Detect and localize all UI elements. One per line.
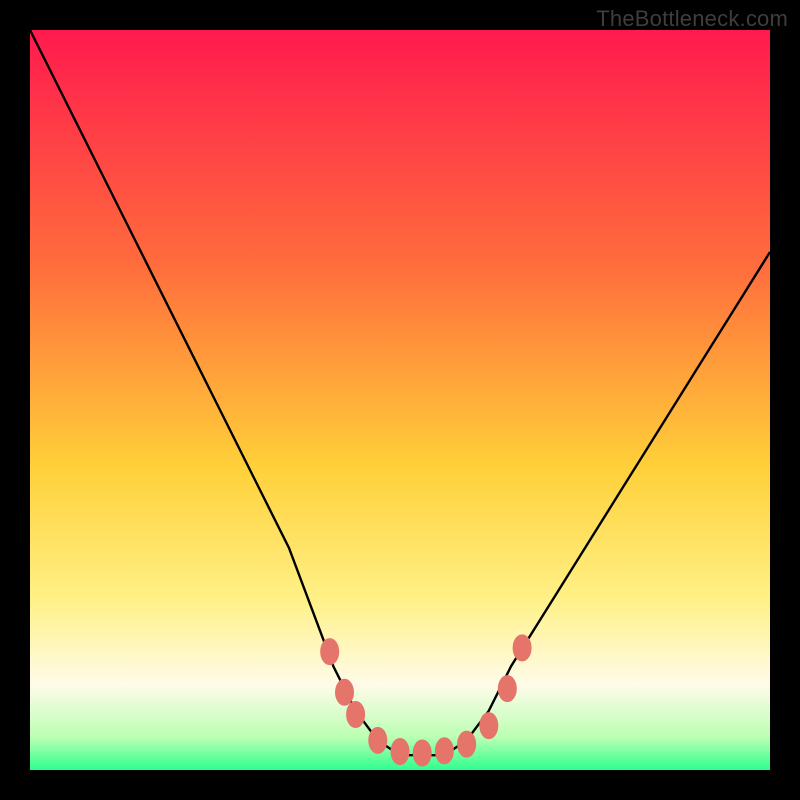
curve-marker: [321, 639, 339, 665]
curve-marker: [336, 679, 354, 705]
curve-marker: [413, 740, 431, 766]
chart-frame: TheBottleneck.com: [0, 0, 800, 800]
curve-marker: [458, 731, 476, 757]
curve-marker: [391, 739, 409, 765]
curve-marker: [513, 635, 531, 661]
curve-marker: [347, 702, 365, 728]
curve-marker: [480, 713, 498, 739]
gradient-background: [30, 30, 770, 770]
chart-svg: [30, 30, 770, 770]
curve-marker: [498, 676, 516, 702]
curve-marker: [435, 738, 453, 764]
curve-marker: [369, 727, 387, 753]
watermark-text: TheBottleneck.com: [596, 6, 788, 32]
